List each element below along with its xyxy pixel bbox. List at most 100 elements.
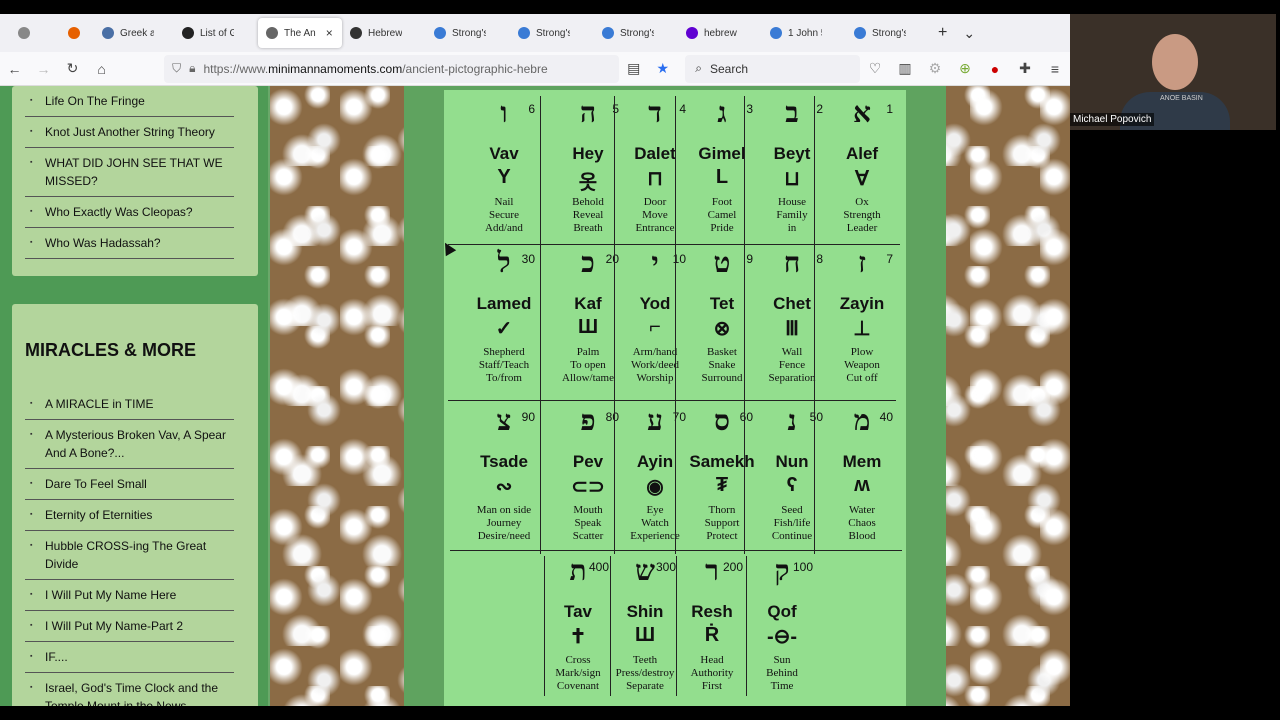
tab-7[interactable]: Strong's G bbox=[510, 18, 594, 48]
forward-icon[interactable]: → bbox=[29, 55, 58, 83]
letter-cell-resh: ר 200 Resh Ṙ Head Authority First bbox=[677, 554, 747, 702]
adblock-icon[interactable]: ● bbox=[980, 55, 1010, 83]
letter-number: 200 bbox=[722, 560, 743, 574]
sidebar-link[interactable]: I Will Put My Name-Part 2 bbox=[25, 611, 234, 642]
letter-cell-tav: ת 400 Tav ✝ Cross Mark/sign Covenant bbox=[543, 554, 613, 702]
sidebar-link[interactable]: I Will Put My Name Here bbox=[25, 580, 234, 611]
close-tab-icon[interactable]: × bbox=[326, 26, 333, 40]
tab-3[interactable]: List of Gre bbox=[174, 18, 258, 48]
sidebar-link[interactable]: IF.... bbox=[25, 642, 234, 673]
letter-cell-gimel: ג 3 Gimel L Foot Camel Pride bbox=[687, 96, 757, 244]
url-path: /ancient-pictographic-hebre bbox=[402, 61, 548, 76]
reader-mode-icon[interactable]: ▤ bbox=[619, 55, 648, 83]
tab-label: hebrew me bbox=[704, 27, 738, 39]
tab-5[interactable]: Hebrew Fa bbox=[342, 18, 426, 48]
tab-1[interactable] bbox=[60, 18, 94, 48]
letter-cell-hey: ה 5 Hey 옷 Behold Reveal Breath bbox=[553, 96, 623, 244]
globe-icon bbox=[770, 27, 782, 39]
sidebar-link[interactable]: A MIRACLE in TIME bbox=[25, 389, 234, 420]
sidebar-link[interactable]: Life On The Fringe bbox=[25, 86, 234, 117]
letter-number: 50 bbox=[809, 410, 823, 424]
letter-meaning: Palm To open Allow/tame bbox=[562, 346, 614, 384]
letter-meaning: Foot Camel Pride bbox=[707, 196, 737, 234]
navigation-toolbar: ← → ↻ ⌂ ⛉ 🔒︎ https://www. minimannamoment… bbox=[0, 52, 1070, 86]
letter-number: 3 bbox=[746, 102, 753, 116]
pictograph-icon: ⊓ bbox=[647, 168, 663, 190]
sidebar-link[interactable]: Who Exactly Was Cleopas? bbox=[25, 197, 234, 228]
sidebar-link[interactable]: Eternity of Eternities bbox=[25, 500, 234, 531]
list-tabs-icon[interactable]: ⌄ bbox=[955, 18, 983, 48]
tab-label: Strong's G bbox=[536, 27, 570, 39]
pictograph-icon: ⊥ bbox=[853, 318, 871, 340]
pictograph-icon: Ш bbox=[577, 316, 599, 338]
letter-cell-chet: ח 8 Chet Ⅲ Wall Fence Separation bbox=[757, 246, 827, 394]
tab-10[interactable]: 1 John 5 B bbox=[762, 18, 846, 48]
translate-icon[interactable]: ⊕ bbox=[950, 55, 980, 83]
menu-icon[interactable]: ≡ bbox=[1040, 55, 1070, 83]
letter-meaning: Basket Snake Surround bbox=[701, 346, 743, 384]
sidebar-link[interactable]: WHAT DID JOHN SEE THAT WE MISSED? bbox=[25, 148, 234, 197]
letter-meaning: Plow Weapon Cut off bbox=[844, 346, 880, 384]
grid-vertical-line bbox=[610, 556, 611, 696]
sidebar-link[interactable]: Dare To Feel Small bbox=[25, 469, 234, 500]
tab-0[interactable] bbox=[10, 18, 60, 48]
grid-horizontal-line bbox=[450, 550, 902, 551]
url-bar[interactable]: ⛉ 🔒︎ https://www. minimannamoments.com/an… bbox=[164, 54, 620, 83]
back-icon[interactable]: ← bbox=[0, 55, 29, 83]
sidebar-icon[interactable]: ▥ bbox=[890, 55, 920, 83]
letter-name: Pev bbox=[572, 452, 604, 471]
letter-number: 9 bbox=[746, 252, 753, 266]
page-icon bbox=[102, 27, 114, 39]
reload-icon[interactable]: ↻ bbox=[58, 55, 87, 83]
pictograph-icon: ʍ bbox=[854, 474, 870, 496]
sidebar-link[interactable]: Hubble CROSS-ing The Great Divide bbox=[25, 531, 234, 580]
pictograph-icon: -⊖- bbox=[766, 626, 798, 648]
sidebar-card-miracles: MIRACLES & MORE A MIRACLE in TIMEA Myste… bbox=[12, 304, 258, 706]
letter-cell-alef: א 1 Alef ∀ Ox Strength Leader bbox=[827, 96, 897, 244]
wikipedia-icon bbox=[182, 27, 194, 39]
tab-2[interactable]: Greek alp bbox=[94, 18, 174, 48]
letter-cell-shin: ש 300 Shin Ш Teeth Press/destroy Separate bbox=[610, 554, 680, 702]
letter-name: Qof bbox=[767, 602, 797, 621]
globe-icon bbox=[854, 27, 866, 39]
puzzle-icon[interactable]: ✚ bbox=[1010, 55, 1040, 83]
url-domain: minimannamoments.com bbox=[268, 61, 403, 76]
letter-name: Zayin bbox=[839, 294, 885, 313]
url-prefix: https://www. bbox=[203, 61, 269, 76]
new-tab-icon[interactable]: + bbox=[930, 18, 955, 48]
tab-label: 1 John 5 B bbox=[788, 27, 822, 39]
pictograph-icon: ∾ bbox=[495, 476, 513, 498]
pocket-icon[interactable]: ♡ bbox=[860, 55, 890, 83]
home-icon[interactable]: ⌂ bbox=[87, 55, 116, 83]
letter-name: Chet bbox=[773, 294, 811, 313]
letter-meaning: Teeth Press/destroy Separate bbox=[615, 654, 675, 692]
sidebar-link[interactable]: A Mysterious Broken Vav, A Spear And A B… bbox=[25, 420, 234, 469]
letter-name: Vav bbox=[489, 144, 519, 163]
webcam-video: ANOE BASIN Michael Popovich bbox=[1070, 14, 1276, 130]
tab-6[interactable]: Strong's G bbox=[426, 18, 510, 48]
tab-11[interactable]: Strong's H bbox=[846, 18, 930, 48]
letter-name: Nun bbox=[775, 452, 809, 471]
tab-9[interactable]: hebrew me bbox=[678, 18, 762, 48]
letter-number: 400 bbox=[588, 560, 609, 574]
tab-bar: Greek alp List of Gre The An × Hebrew Fa Stro… bbox=[0, 14, 1070, 52]
tab-8[interactable]: Strong's G bbox=[594, 18, 678, 48]
grid-horizontal-line bbox=[448, 400, 896, 401]
hebrew-alphabet-chart: ו 6 Vav Y Nail Secure Add/and ה 5 Hey 옷 Behold Re… bbox=[444, 90, 906, 706]
search-input[interactable]: ⌕ Search bbox=[685, 54, 860, 83]
tab-4[interactable]: The An × bbox=[258, 18, 342, 48]
letter-name: Beyt bbox=[773, 144, 811, 163]
letter-cell-zayin: ז 7 Zayin ⊥ Plow Weapon Cut off bbox=[827, 246, 897, 394]
bookmark-star-icon[interactable]: ★ bbox=[648, 55, 677, 83]
extension-icon[interactable]: ⚙ bbox=[920, 55, 950, 83]
letter-meaning: Wall Fence Separation bbox=[768, 346, 816, 384]
letter-name: Dalet bbox=[634, 144, 676, 163]
star-icon bbox=[350, 27, 362, 39]
sidebar-link[interactable]: Israel, God's Time Clock and the Temple … bbox=[25, 673, 234, 706]
sidebar-link[interactable]: Who Was Hadassah? bbox=[25, 228, 234, 259]
letter-name: Lamed bbox=[476, 294, 532, 313]
sidebar: Life On The FringeKnot Just Another Stri… bbox=[0, 86, 268, 706]
letter-number: 300 bbox=[655, 560, 676, 574]
sidebar-link[interactable]: Knot Just Another String Theory bbox=[25, 117, 234, 148]
yahoo-icon bbox=[686, 27, 698, 39]
